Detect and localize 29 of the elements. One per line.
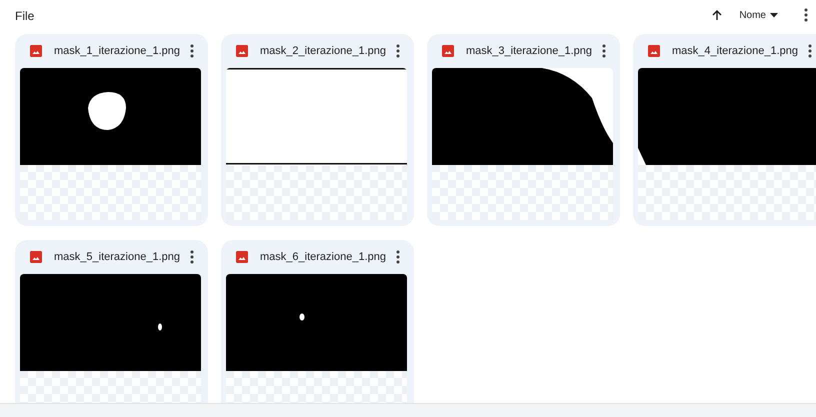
file-name: mask_1_iterazione_1.png [54, 45, 181, 57]
file-card[interactable]: mask_5_iterazione_1.png [15, 240, 208, 403]
more-icon [808, 44, 812, 58]
image-file-icon [442, 45, 454, 57]
file-card[interactable]: mask_4_iterazione_1.png [633, 34, 816, 226]
section-title: File [15, 8, 36, 22]
image-file-icon [30, 251, 42, 263]
file-name: mask_4_iterazione_1.png [672, 45, 799, 57]
sort-button[interactable]: Nome [735, 5, 782, 25]
file-card[interactable]: mask_2_iterazione_1.png [221, 34, 414, 226]
image-file-icon [236, 251, 248, 263]
file-name: mask_3_iterazione_1.png [466, 45, 593, 57]
file-card[interactable]: mask_6_iterazione_1.png [221, 240, 414, 403]
more-icon [804, 8, 808, 22]
up-arrow-icon [712, 10, 722, 20]
more-icon [396, 44, 400, 58]
file-card[interactable]: mask_1_iterazione_1.png [15, 34, 208, 226]
more-icon [396, 250, 400, 264]
file-card[interactable]: mask_3_iterazione_1.png [427, 34, 620, 226]
image-file-icon [236, 45, 248, 57]
more-icon [190, 250, 194, 264]
file-name: mask_2_iterazione_1.png [260, 45, 387, 57]
file-name: mask_6_iterazione_1.png [260, 251, 387, 263]
file-name: mask_5_iterazione_1.png [54, 251, 181, 263]
image-file-icon [648, 45, 660, 57]
more-icon [602, 44, 606, 58]
image-file-icon [30, 45, 42, 57]
caret-icon [770, 12, 778, 18]
more-icon [190, 44, 194, 58]
